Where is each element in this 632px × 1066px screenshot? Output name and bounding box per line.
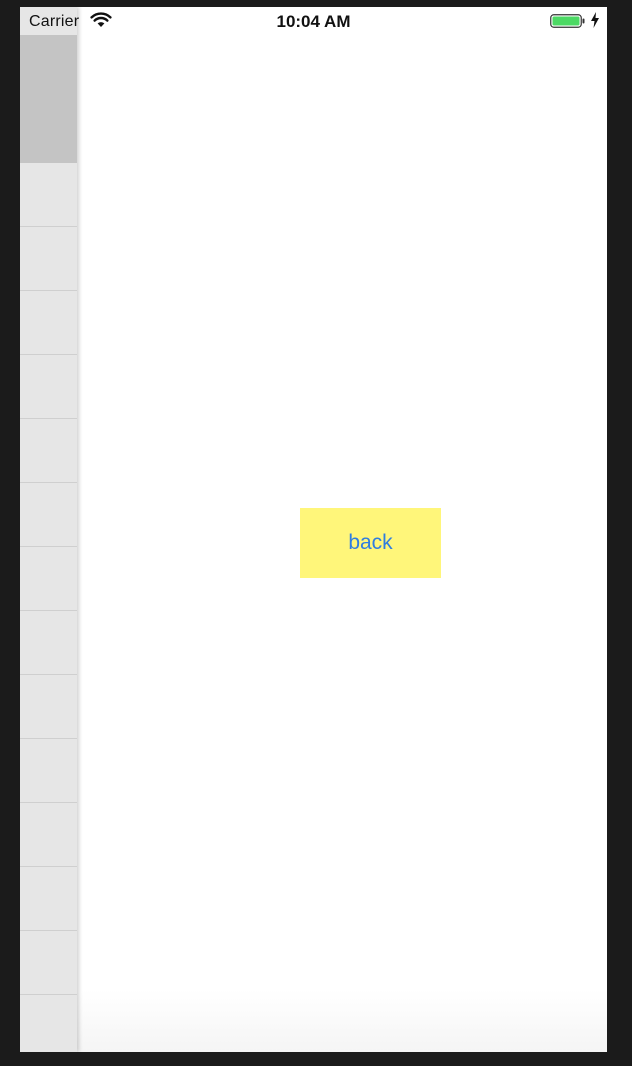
- side-menu-item[interactable]: [20, 675, 77, 739]
- main-content: back: [77, 7, 607, 1052]
- side-menu-item[interactable]: [20, 931, 77, 995]
- status-time: 10:04 AM: [276, 12, 351, 31]
- side-menu-item[interactable]: [20, 483, 77, 547]
- side-menu-panel[interactable]: [20, 7, 77, 1052]
- side-menu-item[interactable]: [20, 739, 77, 803]
- phone-screen: Carrier 10:04 AM back: [20, 7, 607, 1052]
- side-menu-item[interactable]: [20, 163, 77, 227]
- side-menu-item[interactable]: [20, 355, 77, 419]
- side-menu-item[interactable]: [20, 227, 77, 291]
- status-bar: Carrier 10:04 AM: [20, 7, 607, 35]
- side-menu-item[interactable]: [20, 803, 77, 867]
- charging-bolt-icon: [591, 12, 599, 28]
- side-menu-item[interactable]: [20, 291, 77, 355]
- side-menu-item[interactable]: [20, 867, 77, 931]
- side-menu-item-selected[interactable]: [20, 35, 77, 163]
- side-menu-item[interactable]: [20, 995, 77, 1052]
- side-menu-item[interactable]: [20, 611, 77, 675]
- side-menu-item[interactable]: [20, 419, 77, 483]
- back-button[interactable]: back: [300, 508, 441, 578]
- side-menu-item[interactable]: [20, 547, 77, 611]
- battery-icon: [550, 14, 585, 28]
